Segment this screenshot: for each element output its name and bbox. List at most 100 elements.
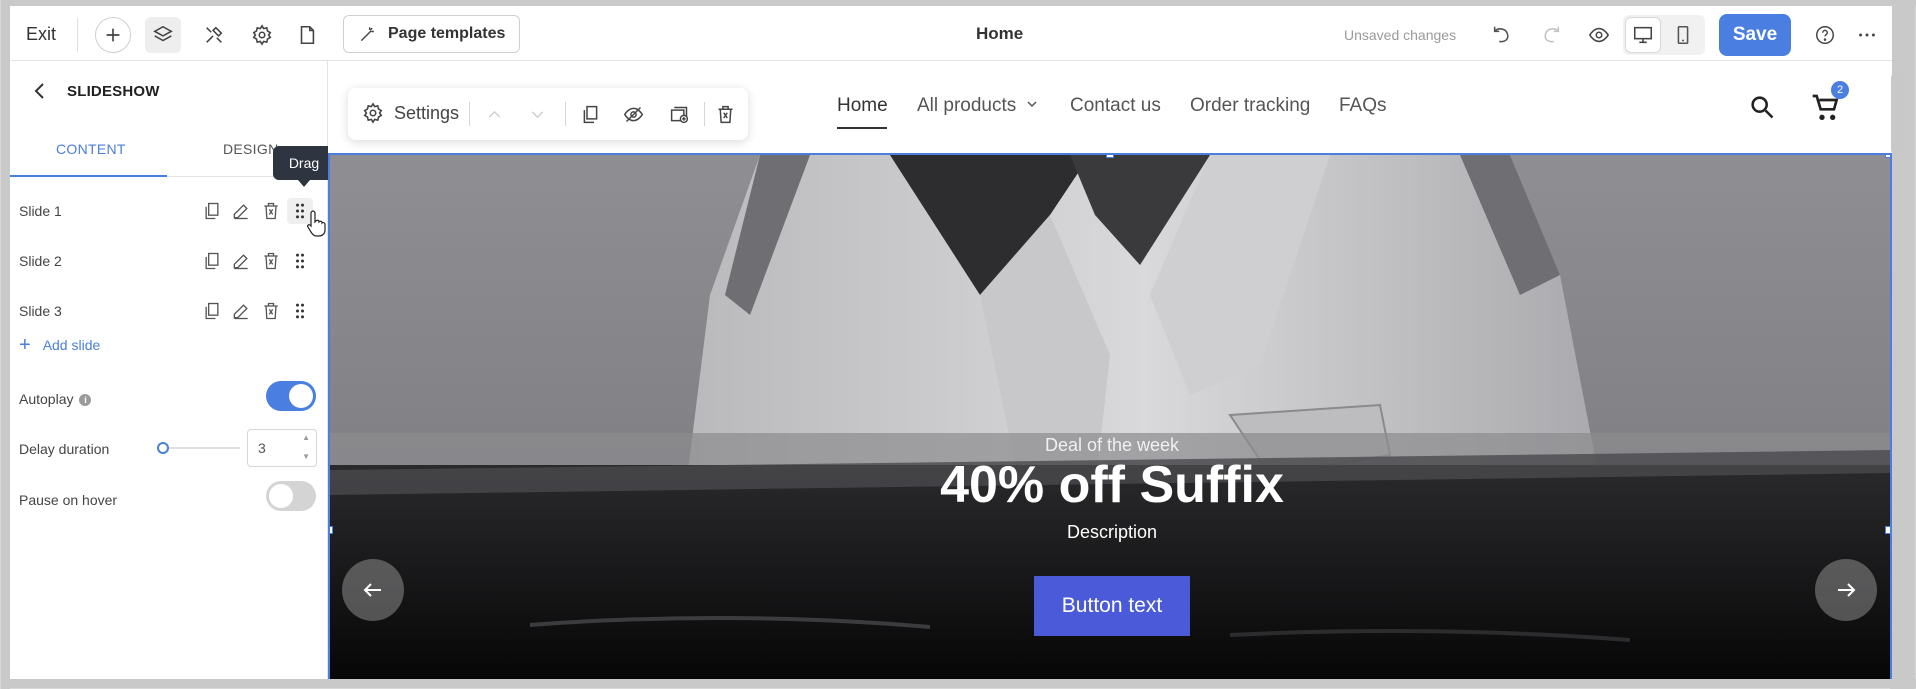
next-slide-button[interactable] bbox=[1815, 559, 1877, 621]
active-tab-indicator bbox=[10, 175, 167, 177]
pages-button[interactable] bbox=[289, 17, 325, 53]
move-up-button[interactable] bbox=[481, 101, 507, 127]
desktop-view-button[interactable] bbox=[1625, 17, 1661, 53]
slide-label: Slide 1 bbox=[19, 203, 62, 219]
duplicate-icon bbox=[583, 105, 597, 123]
add-slide-button[interactable]: + Add slide bbox=[19, 334, 101, 356]
nav-home[interactable]: Home bbox=[837, 95, 888, 117]
preview-button[interactable] bbox=[1581, 17, 1617, 53]
hero-cta-button[interactable]: Button text bbox=[1034, 576, 1190, 636]
slideshow-section[interactable]: Deal of the week 40% off Suffix Descript… bbox=[328, 153, 1892, 680]
add-element-button[interactable] bbox=[95, 17, 131, 53]
more-options-button[interactable] bbox=[1849, 17, 1885, 53]
duplicate-slide-button[interactable] bbox=[199, 198, 225, 224]
redo-icon bbox=[1544, 26, 1560, 43]
redo-button[interactable] bbox=[1533, 17, 1569, 53]
nav-order-tracking[interactable]: Order tracking bbox=[1190, 95, 1310, 117]
add-section-button[interactable] bbox=[666, 101, 692, 127]
slide-row[interactable]: Slide 3 bbox=[10, 289, 328, 333]
resize-handle[interactable] bbox=[1885, 155, 1890, 158]
pencil-icon bbox=[233, 304, 248, 320]
help-button[interactable] bbox=[1807, 17, 1843, 53]
slide-label: Slide 2 bbox=[19, 253, 62, 269]
mobile-icon bbox=[1677, 25, 1689, 45]
page-templates-button[interactable]: Page templates bbox=[343, 15, 521, 53]
autoplay-label: Autoplay i bbox=[19, 391, 92, 407]
edit-slide-button[interactable] bbox=[228, 248, 254, 274]
search-icon[interactable] bbox=[1748, 93, 1776, 121]
drag-tooltip: Drag bbox=[273, 146, 335, 187]
delay-duration-input[interactable]: 3 ▲ ▼ bbox=[247, 429, 317, 467]
mobile-view-button[interactable] bbox=[1665, 17, 1701, 53]
chevron-left-icon[interactable] bbox=[28, 79, 52, 103]
undo-button[interactable] bbox=[1484, 17, 1520, 53]
autoplay-toggle[interactable] bbox=[266, 381, 316, 411]
drag-dots-icon bbox=[296, 253, 304, 269]
editor-window: Exit Page templates Home Unsaved changes bbox=[0, 0, 1916, 689]
delete-slide-button[interactable] bbox=[258, 248, 284, 274]
duplicate-slide-button[interactable] bbox=[199, 248, 225, 274]
duplicate-slide-button[interactable] bbox=[199, 298, 225, 324]
pause-on-hover-label: Pause on hover bbox=[19, 492, 118, 508]
chevron-down-icon bbox=[531, 110, 543, 118]
page-icon bbox=[300, 25, 315, 45]
editor-toolbar: Exit Page templates Home Unsaved changes bbox=[10, 6, 1892, 61]
eye-off-icon bbox=[623, 106, 643, 122]
drag-handle[interactable] bbox=[287, 298, 313, 324]
panel-title: SLIDESHOW bbox=[67, 83, 160, 100]
duplicate-icon bbox=[205, 252, 219, 270]
delete-section-button[interactable] bbox=[712, 101, 738, 127]
save-button[interactable]: Save bbox=[1719, 14, 1791, 56]
nav-faqs[interactable]: FAQs bbox=[1339, 95, 1387, 117]
slide-row[interactable]: Slide 1 bbox=[10, 189, 328, 233]
panel-header: SLIDESHOW bbox=[10, 61, 328, 121]
nav-contact-us[interactable]: Contact us bbox=[1070, 95, 1161, 117]
layers-button[interactable] bbox=[145, 17, 181, 53]
nav-all-products-label: All products bbox=[917, 95, 1017, 116]
move-down-button[interactable] bbox=[524, 101, 550, 127]
delete-slide-button[interactable] bbox=[258, 298, 284, 324]
pause-on-hover-toggle[interactable] bbox=[266, 481, 316, 511]
tab-design[interactable]: DESIGN bbox=[223, 141, 278, 157]
plus-icon bbox=[106, 28, 120, 42]
exit-button[interactable]: Exit bbox=[26, 24, 56, 45]
trash-icon bbox=[264, 202, 278, 220]
tab-content[interactable]: CONTENT bbox=[56, 141, 126, 157]
spin-up-icon[interactable]: ▲ bbox=[302, 433, 310, 442]
delete-slide-button[interactable] bbox=[258, 198, 284, 224]
spin-down-icon[interactable]: ▼ bbox=[302, 452, 310, 461]
toolbar-divider bbox=[469, 102, 470, 126]
slide-label: Slide 3 bbox=[19, 303, 62, 319]
canvas-scrollbar[interactable] bbox=[1891, 74, 1903, 154]
design-tools-button[interactable] bbox=[196, 17, 232, 53]
edit-slide-button[interactable] bbox=[228, 198, 254, 224]
hero-eyebrow: Deal of the week bbox=[1044, 435, 1180, 455]
window-frame-bottom bbox=[1, 679, 1916, 688]
undo-icon bbox=[1493, 26, 1509, 43]
info-icon[interactable]: i bbox=[79, 394, 92, 406]
delay-slider-thumb[interactable] bbox=[157, 442, 169, 454]
autoplay-label-text: Autoplay bbox=[19, 391, 74, 407]
unsaved-status: Unsaved changes bbox=[1344, 27, 1457, 43]
slide-row[interactable]: Slide 2 bbox=[10, 239, 328, 283]
arrow-left-icon bbox=[363, 583, 381, 597]
settings-button[interactable] bbox=[244, 17, 280, 53]
delay-slider-track[interactable] bbox=[162, 447, 240, 449]
add-slide-label: Add slide bbox=[42, 337, 101, 353]
plus-icon: + bbox=[19, 334, 31, 356]
section-settings-button[interactable]: Settings bbox=[362, 102, 459, 124]
delay-value: 3 bbox=[258, 440, 266, 456]
duplicate-section-button[interactable] bbox=[577, 101, 603, 127]
pencil-icon bbox=[233, 204, 248, 220]
drag-dots-icon bbox=[296, 303, 304, 319]
previous-slide-button[interactable] bbox=[342, 559, 404, 621]
edit-slide-button[interactable] bbox=[228, 298, 254, 324]
help-icon bbox=[1816, 26, 1834, 44]
drag-handle[interactable] bbox=[287, 248, 313, 274]
magic-wand-icon bbox=[360, 27, 374, 42]
cart-count-badge: 2 bbox=[1831, 81, 1849, 99]
resize-handle[interactable] bbox=[1106, 155, 1114, 158]
page-title[interactable]: Home bbox=[976, 24, 1023, 44]
hide-section-button[interactable] bbox=[620, 101, 646, 127]
nav-all-products[interactable]: All products bbox=[917, 95, 1040, 117]
